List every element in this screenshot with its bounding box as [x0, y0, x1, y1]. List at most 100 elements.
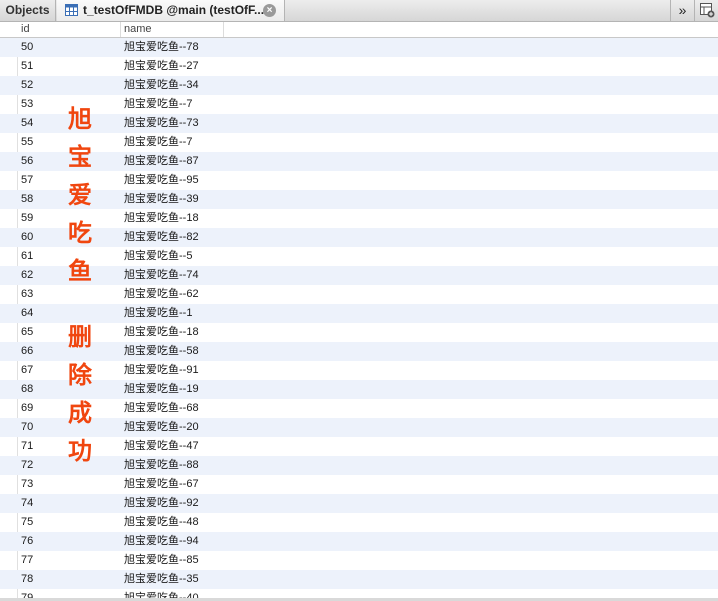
cell-id[interactable]: 53: [21, 95, 33, 114]
table-row[interactable]: 63 旭宝爱吃鱼--62: [0, 285, 718, 304]
table-row[interactable]: 64 旭宝爱吃鱼--1: [0, 304, 718, 323]
table-row[interactable]: 75 旭宝爱吃鱼--48: [0, 513, 718, 532]
cell-id[interactable]: 73: [21, 475, 33, 494]
table-row[interactable]: 61 旭宝爱吃鱼--5: [0, 247, 718, 266]
close-icon[interactable]: ×: [263, 4, 276, 17]
cell-name[interactable]: 旭宝爱吃鱼--18: [124, 323, 199, 342]
cell-name[interactable]: 旭宝爱吃鱼--92: [124, 494, 199, 513]
cell-id[interactable]: 76: [21, 532, 33, 551]
cell-id[interactable]: 72: [21, 456, 33, 475]
cell-name[interactable]: 旭宝爱吃鱼--85: [124, 551, 199, 570]
cell-name[interactable]: 旭宝爱吃鱼--34: [124, 76, 199, 95]
cell-id[interactable]: 66: [21, 342, 33, 361]
cell-id[interactable]: 51: [21, 57, 33, 76]
table-row[interactable]: 54 旭宝爱吃鱼--73: [0, 114, 718, 133]
table-row[interactable]: 51 旭宝爱吃鱼--27: [0, 57, 718, 76]
cell-id[interactable]: 58: [21, 190, 33, 209]
cell-name[interactable]: 旭宝爱吃鱼--35: [124, 570, 199, 589]
cell-id[interactable]: 71: [21, 437, 33, 456]
cell-id[interactable]: 70: [21, 418, 33, 437]
cell-id[interactable]: 63: [21, 285, 33, 304]
tab-objects[interactable]: Objects: [0, 0, 56, 21]
cell-name[interactable]: 旭宝爱吃鱼--88: [124, 456, 199, 475]
cell-name[interactable]: 旭宝爱吃鱼--95: [124, 171, 199, 190]
table-row[interactable]: 74 旭宝爱吃鱼--92: [0, 494, 718, 513]
cell-name[interactable]: 旭宝爱吃鱼--27: [124, 57, 199, 76]
overlay-char: 宝: [68, 143, 92, 171]
cell-id[interactable]: 59: [21, 209, 33, 228]
table-row[interactable]: 59 旭宝爱吃鱼--18: [0, 209, 718, 228]
cell-id[interactable]: 78: [21, 570, 33, 589]
table-row[interactable]: 68 旭宝爱吃鱼--19: [0, 380, 718, 399]
cell-name[interactable]: 旭宝爱吃鱼--94: [124, 532, 199, 551]
cell-name[interactable]: 旭宝爱吃鱼--82: [124, 228, 199, 247]
cell-id[interactable]: 61: [21, 247, 33, 266]
tab-table-view[interactable]: t_testOfFMDB @main (testOfF... ×: [57, 0, 285, 21]
column-header-id[interactable]: id: [18, 22, 121, 37]
cell-name[interactable]: 旭宝爱吃鱼--91: [124, 361, 199, 380]
column-header-name[interactable]: name: [121, 22, 224, 37]
cell-name[interactable]: 旭宝爱吃鱼--1: [124, 304, 192, 323]
cell-name[interactable]: 旭宝爱吃鱼--47: [124, 437, 199, 456]
cell-name[interactable]: 旭宝爱吃鱼--78: [124, 38, 199, 57]
table-row[interactable]: 69 旭宝爱吃鱼--68: [0, 399, 718, 418]
cell-name[interactable]: 旭宝爱吃鱼--7: [124, 133, 192, 152]
cell-id[interactable]: 67: [21, 361, 33, 380]
cell-id[interactable]: 64: [21, 304, 33, 323]
cell-name[interactable]: 旭宝爱吃鱼--67: [124, 475, 199, 494]
new-tab-button[interactable]: [694, 0, 718, 21]
cell-id[interactable]: 50: [21, 38, 33, 57]
table-row[interactable]: 71 旭宝爱吃鱼--47: [0, 437, 718, 456]
table-row[interactable]: 52 旭宝爱吃鱼--34: [0, 76, 718, 95]
data-grid[interactable]: id name 50 旭宝爱吃鱼--78 51 旭宝爱吃鱼--27 52 旭宝爱吃鱼--3…: [0, 22, 718, 601]
cell-name[interactable]: 旭宝爱吃鱼--39: [124, 190, 199, 209]
cell-name[interactable]: 旭宝爱吃鱼--19: [124, 380, 199, 399]
overlay-char: 鱼: [68, 257, 92, 285]
new-table-tab-icon: [700, 3, 715, 18]
cell-id[interactable]: 69: [21, 399, 33, 418]
cell-id[interactable]: 74: [21, 494, 33, 513]
cell-name[interactable]: 旭宝爱吃鱼--58: [124, 342, 199, 361]
cell-name[interactable]: 旭宝爱吃鱼--62: [124, 285, 199, 304]
table-row[interactable]: 72 旭宝爱吃鱼--88: [0, 456, 718, 475]
table-row[interactable]: 53 旭宝爱吃鱼--7: [0, 95, 718, 114]
cell-name[interactable]: 旭宝爱吃鱼--74: [124, 266, 199, 285]
cell-name[interactable]: 旭宝爱吃鱼--5: [124, 247, 192, 266]
table-row[interactable]: 67 旭宝爱吃鱼--91: [0, 361, 718, 380]
cell-id[interactable]: 57: [21, 171, 33, 190]
cell-name[interactable]: 旭宝爱吃鱼--7: [124, 95, 192, 114]
cell-id[interactable]: 75: [21, 513, 33, 532]
cell-id[interactable]: 54: [21, 114, 33, 133]
tab-overflow-button[interactable]: »: [670, 0, 694, 21]
cell-id[interactable]: 62: [21, 266, 33, 285]
cell-name[interactable]: 旭宝爱吃鱼--87: [124, 152, 199, 171]
cell-name[interactable]: 旭宝爱吃鱼--73: [124, 114, 199, 133]
table-row[interactable]: 50 旭宝爱吃鱼--78: [0, 38, 718, 57]
cell-id[interactable]: 65: [21, 323, 33, 342]
table-row[interactable]: 65 旭宝爱吃鱼--18: [0, 323, 718, 342]
cell-id[interactable]: 56: [21, 152, 33, 171]
cell-id[interactable]: 55: [21, 133, 33, 152]
overlay-char: 成: [68, 399, 92, 427]
table-row[interactable]: 58 旭宝爱吃鱼--39: [0, 190, 718, 209]
cell-name[interactable]: 旭宝爱吃鱼--18: [124, 209, 199, 228]
table-row[interactable]: 60 旭宝爱吃鱼--82: [0, 228, 718, 247]
cell-id[interactable]: 60: [21, 228, 33, 247]
overlay-char: 吃: [68, 219, 92, 247]
table-row[interactable]: 78 旭宝爱吃鱼--35: [0, 570, 718, 589]
table-row[interactable]: 76 旭宝爱吃鱼--94: [0, 532, 718, 551]
table-row[interactable]: 70 旭宝爱吃鱼--20: [0, 418, 718, 437]
table-row[interactable]: 77 旭宝爱吃鱼--85: [0, 551, 718, 570]
cell-id[interactable]: 52: [21, 76, 33, 95]
cell-id[interactable]: 77: [21, 551, 33, 570]
table-row[interactable]: 57 旭宝爱吃鱼--95: [0, 171, 718, 190]
table-row[interactable]: 62 旭宝爱吃鱼--74: [0, 266, 718, 285]
cell-name[interactable]: 旭宝爱吃鱼--20: [124, 418, 199, 437]
cell-name[interactable]: 旭宝爱吃鱼--68: [124, 399, 199, 418]
table-row[interactable]: 66 旭宝爱吃鱼--58: [0, 342, 718, 361]
cell-id[interactable]: 68: [21, 380, 33, 399]
table-row[interactable]: 55 旭宝爱吃鱼--7: [0, 133, 718, 152]
table-row[interactable]: 56 旭宝爱吃鱼--87: [0, 152, 718, 171]
table-row[interactable]: 73 旭宝爱吃鱼--67: [0, 475, 718, 494]
cell-name[interactable]: 旭宝爱吃鱼--48: [124, 513, 199, 532]
